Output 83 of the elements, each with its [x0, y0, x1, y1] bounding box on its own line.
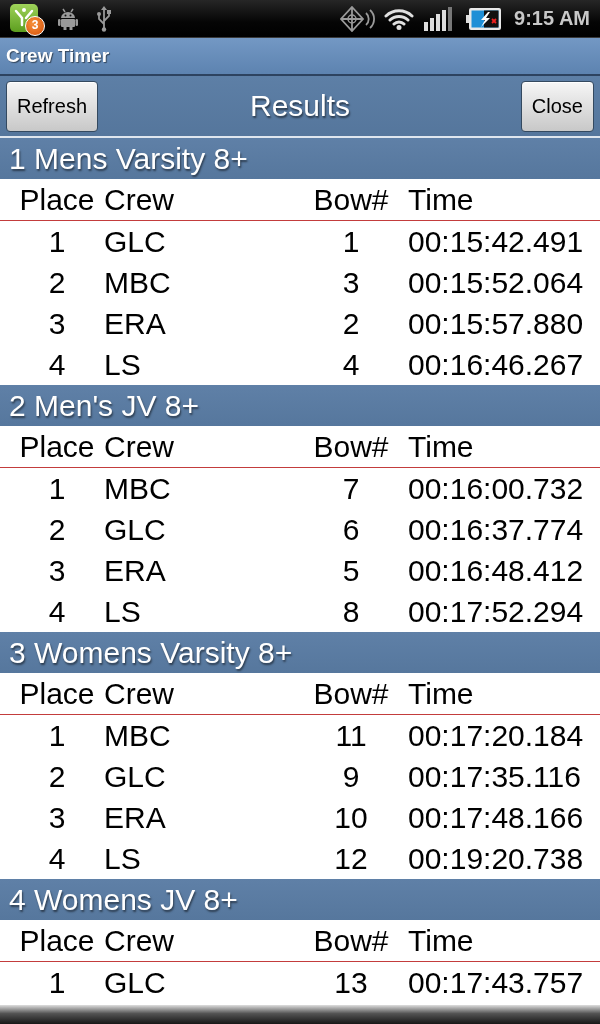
table-cell: 4 [48, 841, 66, 876]
table-cell: 3 [48, 800, 66, 835]
table-cell: 00:17:20.184 [408, 718, 584, 753]
table-cell: 4 [342, 347, 360, 382]
table-cell: LS [104, 347, 141, 382]
table-cell: 8 [342, 594, 360, 629]
table-cell: 00:15:42.491 [408, 224, 584, 259]
table-cell: MBC [104, 718, 171, 753]
column-header: Time [408, 676, 474, 711]
column-header: Time [408, 429, 474, 464]
table-cell: 11 [335, 718, 367, 753]
toolbar-button[interactable]: Refresh [6, 80, 99, 132]
column-header: Place [19, 429, 95, 464]
table-cell: 7 [342, 471, 360, 506]
table-cell: 4 [48, 594, 66, 629]
table-cell: 10 [334, 800, 368, 835]
column-header: Crew [104, 923, 174, 958]
table-cell: 00:16:46.267 [408, 347, 584, 382]
table-cell: 00:16:37.774 [408, 512, 584, 547]
table-cell: 2 [342, 306, 360, 341]
table-cell: GLC [104, 965, 166, 1000]
table-cell: 3 [48, 553, 66, 588]
table-cell: GLC [104, 512, 166, 547]
table-cell: 3 [48, 306, 66, 341]
table-cell: 4 [48, 347, 66, 382]
toolbar-button[interactable]: Close [520, 80, 594, 132]
table-cell: 00:15:52.064 [408, 265, 584, 300]
robot-icon [58, 7, 78, 30]
wifi-icon [384, 7, 415, 30]
table-cell: 2 [48, 512, 66, 547]
column-header: Place [19, 923, 95, 958]
table-cell: 1 [48, 965, 66, 1000]
table-cell: 00:17:35.116 [408, 759, 581, 794]
section-header: 2 Men's JV 8+ [0, 385, 600, 426]
table-cell: 00:16:00.732 [408, 471, 584, 506]
table-cell: GLC [104, 759, 166, 794]
section-header: 4 Womens JV 8+ [0, 879, 600, 920]
table-cell: ERA [104, 553, 166, 588]
column-header: Bow# [313, 182, 389, 217]
column-header: Bow# [313, 676, 389, 711]
table-cell: 2 [48, 759, 66, 794]
usb-icon [96, 5, 112, 32]
table-cell: 9 [342, 759, 360, 794]
table-cell: MBC [104, 471, 171, 506]
table-cell: 1 [48, 718, 66, 753]
column-header: Crew [104, 429, 174, 464]
table-cell: LS [104, 841, 141, 876]
column-header: Time [408, 182, 474, 217]
table-cell: LS [104, 594, 141, 629]
table-cell: 1 [48, 471, 66, 506]
section-header: 1 Mens Varsity 8+ [0, 138, 600, 179]
table-cell: 1 [342, 224, 360, 259]
column-header: Crew [104, 182, 174, 217]
table-cell: 00:19:20.738 [408, 841, 584, 876]
column-header: Place [19, 182, 95, 217]
table-cell: 13 [334, 965, 368, 1000]
column-header: Bow# [313, 429, 389, 464]
table-cell: 5 [342, 553, 360, 588]
table-cell: 00:17:52.294 [408, 594, 584, 629]
table-cell: 6 [342, 512, 360, 547]
table-cell: 00:15:57.880 [408, 306, 584, 341]
table-cell: 00:16:48.412 [408, 553, 584, 588]
column-header: Bow# [313, 923, 389, 958]
table-cell: ERA [104, 800, 166, 835]
table-cell: 3 [342, 265, 360, 300]
table-cell: 12 [334, 841, 368, 876]
table-cell: 00:17:43.757 [408, 965, 584, 1000]
screen-title: Results [249, 89, 350, 123]
table-cell: 00:17:48.166 [408, 800, 584, 835]
diamond-waves-icon [340, 5, 377, 32]
column-header: Time [408, 923, 474, 958]
signal-bars-icon [424, 6, 453, 31]
column-header: Crew [104, 676, 174, 711]
section-header: 3 Womens Varsity 8+ [0, 632, 600, 673]
column-header: Place [19, 676, 95, 711]
table-cell: 2 [48, 265, 66, 300]
clock-time: 9:15 AM [514, 7, 590, 30]
table-cell: MBC [104, 265, 171, 300]
battery-charging-icon [466, 6, 503, 31]
app-title: Crew Timer [6, 45, 110, 67]
table-cell: ERA [104, 306, 166, 341]
table-cell: 1 [48, 224, 66, 259]
table-cell: GLC [104, 224, 166, 259]
